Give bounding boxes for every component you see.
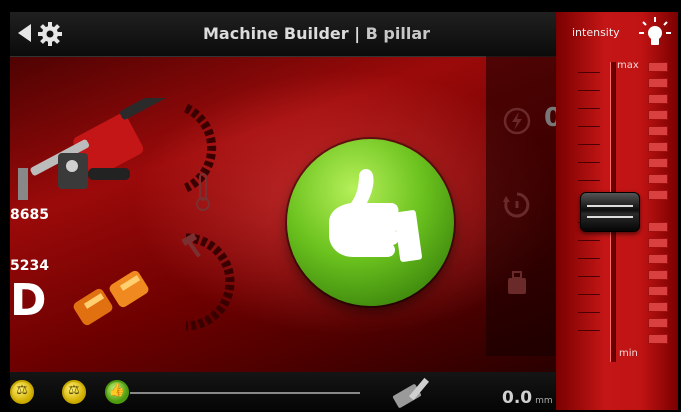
thumbs-up-icon [329,169,422,262]
intensity-slider-handle[interactable] [580,192,640,232]
process-info-panel [486,56,556,356]
scale-icon: ⚖ [68,383,80,398]
intensity-label: intensity [572,26,620,39]
distance-readout: 0.0 mm [502,388,553,408]
pen-icon[interactable] [390,375,440,409]
balance-coin[interactable]: ⚖ [62,380,86,404]
distance-value: 0.0 [502,388,533,408]
confirm-ok-button[interactable] [287,139,454,306]
lightbulb-icon [639,17,671,45]
machine-hmi-screen: Machine Builder | B pillar 8685 5234 D 0… [0,0,681,412]
electrode-caps-image [73,270,149,326]
thumbs-up-coin[interactable]: 👍 [105,380,129,404]
max-label: max [617,60,639,71]
counter-bottom: 5234 [10,258,49,274]
status-bar [10,372,556,410]
grade-letter: D [10,275,47,326]
background-art [183,103,235,331]
progress-line [130,392,360,394]
hammer-icon [181,232,201,258]
thermometer-icon [196,173,210,211]
balance-coin[interactable]: ⚖ [10,380,34,404]
timer-icon [503,192,530,218]
lightning-icon [503,107,531,135]
spot-welding-gun-image [18,98,173,200]
thumbs-up-small-icon: 👍 [108,383,126,398]
min-label: min [619,348,638,359]
scale-icon: ⚖ [16,383,28,398]
weight-icon [508,271,526,294]
main-workspace: Machine Builder | B pillar 8685 5234 D 0… [10,12,556,410]
counter-top: 8685 [10,207,49,223]
distance-unit: mm [535,396,553,406]
gauge-value: 0 [544,103,556,133]
